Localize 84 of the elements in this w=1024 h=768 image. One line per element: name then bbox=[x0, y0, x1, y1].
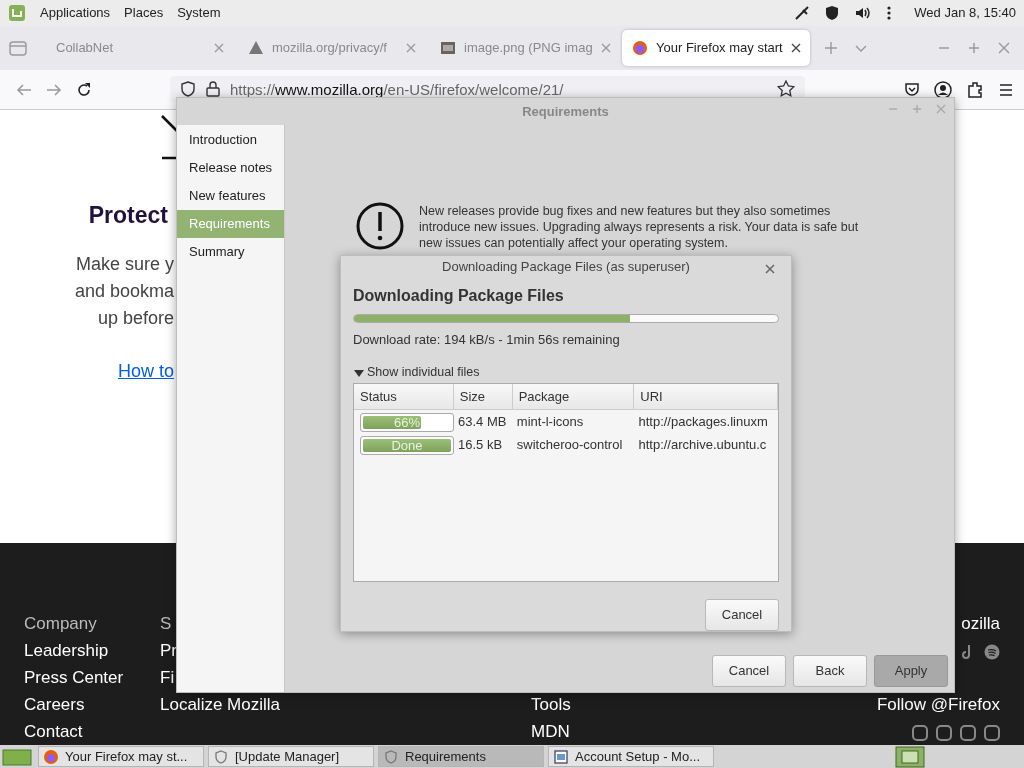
footer-link[interactable]: Fi bbox=[160, 667, 175, 694]
footer-heading: Company bbox=[24, 613, 97, 635]
back-icon[interactable] bbox=[16, 81, 32, 98]
dialog-heading: Downloading Package Files bbox=[353, 285, 565, 306]
social-icon[interactable] bbox=[912, 725, 928, 741]
footer-link[interactable]: Press Center bbox=[24, 667, 124, 694]
taskbar-button[interactable]: Account Setup - Mo... bbox=[548, 746, 714, 767]
sidebar-item[interactable]: Summary bbox=[177, 238, 284, 266]
social-icon[interactable] bbox=[936, 725, 952, 741]
footer-link[interactable]: Follow @Firefox bbox=[876, 694, 1000, 721]
column-header[interactable]: URI bbox=[634, 384, 778, 409]
column-header[interactable]: Package bbox=[512, 384, 635, 409]
shield-icon[interactable] bbox=[180, 81, 196, 97]
page-link[interactable]: How to bbox=[117, 357, 174, 385]
page-text: Make sure y bbox=[74, 252, 174, 276]
account-icon[interactable] bbox=[934, 80, 952, 99]
workspace-switcher-icon[interactable] bbox=[895, 745, 925, 768]
sidebar-item[interactable]: New features bbox=[177, 182, 284, 210]
column-header[interactable]: Size bbox=[453, 384, 513, 409]
footer-link[interactable]: Leadership bbox=[24, 640, 109, 667]
table-cell-text: http://archive.ubuntu.c bbox=[637, 436, 768, 455]
shield-icon[interactable] bbox=[824, 5, 841, 21]
close-icon[interactable] bbox=[790, 43, 801, 53]
footer-link[interactable]: Careers bbox=[24, 694, 85, 721]
download-rate-text: Download rate: 194 kB/s - 1min 56s remaining bbox=[353, 330, 621, 349]
extensions-icon[interactable] bbox=[966, 80, 984, 99]
table-cell-text: mint-l-icons bbox=[515, 413, 585, 432]
kebab-icon[interactable] bbox=[886, 5, 893, 21]
menu-item[interactable]: Places bbox=[124, 3, 164, 23]
warning-icon bbox=[355, 201, 405, 251]
image-icon bbox=[440, 40, 456, 56]
speaker-icon[interactable] bbox=[854, 5, 873, 21]
expander-arrow-icon bbox=[353, 367, 365, 378]
warning-text: New releases provide bug fixes and new features but they also sometimes introduce new issues. Upgrading always represents a risk. Your data is safe but new issues can potentially affect your operating system. bbox=[419, 203, 860, 251]
star-icon[interactable] bbox=[777, 80, 795, 98]
dialog-button[interactable]: Cancel bbox=[712, 655, 786, 687]
table-cell-text: switcheroo-control bbox=[515, 436, 624, 455]
browser-logo-icon bbox=[632, 40, 648, 56]
cancel-button[interactable]: Cancel bbox=[705, 599, 779, 631]
table-cell-text: http://packages.linuxm bbox=[637, 413, 769, 432]
social-icon[interactable] bbox=[984, 725, 1000, 741]
expander-toggle[interactable]: Show individual files bbox=[353, 363, 779, 382]
sidebar-item[interactable]: Introduction bbox=[177, 126, 284, 154]
footer-heading: ozilla bbox=[961, 613, 1000, 635]
page-text: and bookma bbox=[73, 279, 174, 303]
table-cell-text: 63.4 MB bbox=[457, 413, 508, 432]
footer-link[interactable]: Pr bbox=[160, 640, 177, 667]
dialog-button[interactable]: Back bbox=[793, 655, 867, 687]
footer-link[interactable]: Localize Mozilla bbox=[160, 694, 280, 721]
social-icon[interactable] bbox=[960, 725, 976, 741]
footer-link[interactable]: Tools bbox=[531, 694, 571, 721]
forward-icon[interactable] bbox=[46, 81, 62, 98]
shield-icon bbox=[213, 748, 229, 765]
taskbar-button[interactable]: [Update Manager] bbox=[208, 746, 374, 767]
dialog-button[interactable]: Apply bbox=[874, 655, 948, 687]
progress-label: 66% bbox=[393, 413, 421, 431]
sidebar-item[interactable]: Release notes bbox=[177, 154, 284, 182]
reload-icon[interactable] bbox=[76, 81, 92, 98]
menu-icon[interactable] bbox=[998, 81, 1014, 98]
footer-link[interactable]: Contact bbox=[24, 721, 83, 748]
column-header[interactable]: Status bbox=[354, 384, 454, 409]
shield-icon bbox=[383, 748, 399, 765]
footer-heading: S bbox=[160, 613, 172, 635]
menu-item[interactable]: System bbox=[177, 3, 221, 23]
menu-item[interactable]: Applications bbox=[40, 3, 111, 23]
browser-logo-icon bbox=[43, 748, 59, 765]
clock-text: Wed Jan 8, 15:40 bbox=[914, 4, 1016, 23]
warning-icon bbox=[248, 40, 264, 56]
network-icon[interactable] bbox=[794, 5, 811, 21]
window-icon bbox=[553, 748, 569, 765]
window-title: Requirements bbox=[522, 102, 609, 121]
dialog-title: Downloading Package Files (as superuser) bbox=[442, 258, 690, 277]
browser-tab[interactable]: Your Firefox may start bbox=[622, 30, 810, 66]
footer-link[interactable]: MDN bbox=[531, 721, 570, 748]
taskbar-button[interactable]: Your Firefox may st... bbox=[38, 746, 204, 767]
lock-icon[interactable] bbox=[206, 81, 220, 97]
page-text: up before bbox=[96, 306, 174, 330]
page-heading: Protect bbox=[87, 201, 169, 230]
pocket-icon[interactable] bbox=[904, 81, 920, 98]
social-icon[interactable] bbox=[984, 644, 1000, 660]
taskbar-button[interactable]: Requirements bbox=[378, 746, 544, 767]
progress-label: Done bbox=[390, 436, 424, 454]
close-icon[interactable] bbox=[765, 264, 775, 274]
table-cell-text: 16.5 kB bbox=[457, 436, 504, 455]
